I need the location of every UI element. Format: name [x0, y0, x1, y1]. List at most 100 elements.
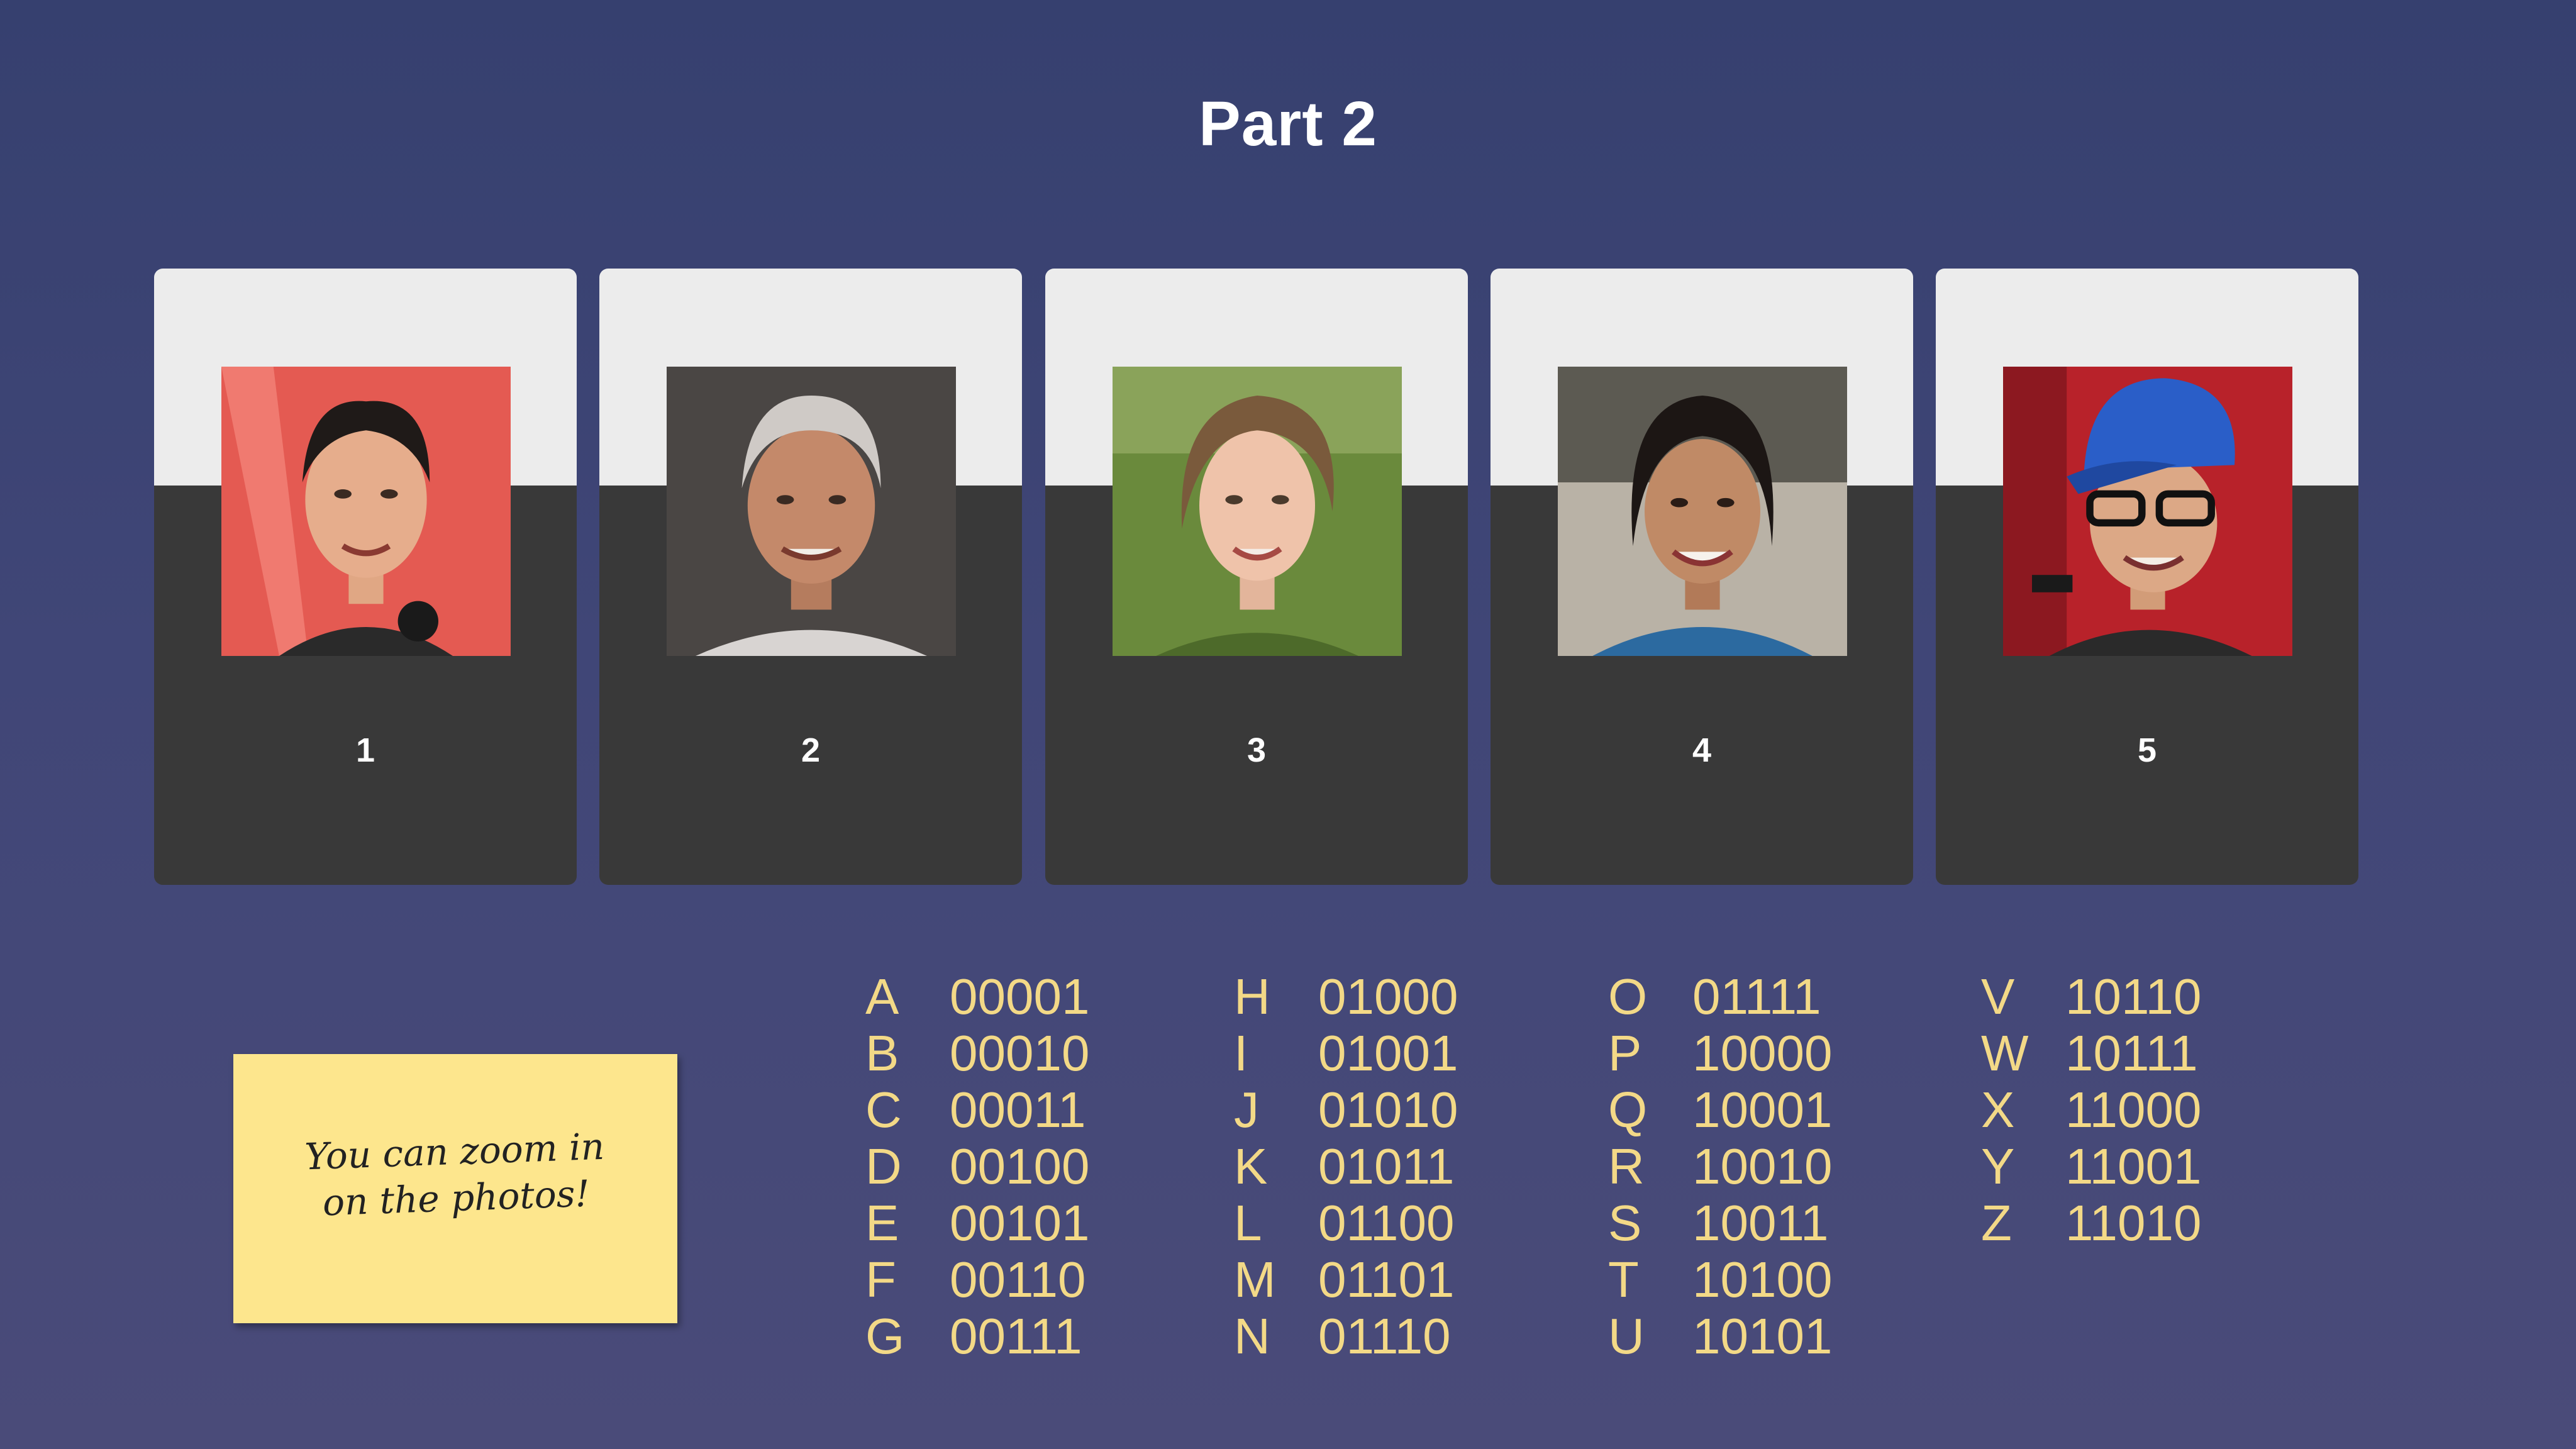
code-bits: 01100 [1318, 1195, 1455, 1251]
code-letter: C [865, 1082, 902, 1138]
code-letter: O [1608, 969, 1648, 1024]
code-letter: R [1608, 1138, 1645, 1194]
code-row: Q 10001 [1608, 1082, 1832, 1138]
code-column-1: A 00001 B 00010 C 00011 D 00100 E 00101 F 0011… [865, 969, 1089, 1365]
sticky-note-text: You can zoom in on the photos! [270, 1122, 641, 1228]
code-row: M 01101 [1234, 1252, 1458, 1308]
code-bits: 10000 [1692, 1025, 1833, 1081]
code-bits: 00100 [950, 1138, 1090, 1194]
code-bits: 11001 [2065, 1138, 2202, 1194]
code-row: N 01110 [1234, 1308, 1458, 1365]
code-bits: 10111 [2065, 1025, 2198, 1081]
code-row: C 00011 [865, 1082, 1089, 1138]
code-letter: Q [1608, 1082, 1648, 1138]
code-bits: 01001 [1318, 1025, 1458, 1081]
code-bits: 01011 [1318, 1138, 1455, 1194]
card-number-3: 3 [1246, 731, 1267, 769]
code-bits: 00001 [950, 969, 1090, 1024]
code-letter: S [1608, 1195, 1642, 1251]
code-bits: 10101 [1692, 1308, 1833, 1364]
code-bits: 01111 [1692, 969, 1821, 1024]
code-letter: V [1981, 969, 2015, 1024]
code-letter: X [1981, 1082, 2015, 1138]
code-row: V 10110 [1981, 969, 2202, 1025]
photo-card-3[interactable]: 3 [1045, 269, 1468, 885]
code-letter: Y [1981, 1138, 2015, 1194]
code-bits: 01110 [1318, 1308, 1451, 1364]
code-bits: 01000 [1318, 969, 1458, 1024]
code-letter: W [1981, 1025, 2029, 1081]
code-row: F 00110 [865, 1252, 1089, 1308]
code-row: X 11000 [1981, 1082, 2202, 1138]
code-row: B 00010 [865, 1025, 1089, 1082]
code-bits: 10011 [1692, 1195, 1829, 1251]
code-row: J 01010 [1234, 1082, 1458, 1138]
code-row: G 00111 [865, 1308, 1089, 1365]
code-column-2: H 01000 I 01001 J 01010 K 01011 L 01100 M 0110… [1234, 969, 1458, 1365]
code-letter: H [1234, 969, 1270, 1024]
code-row: R 10010 [1608, 1138, 1832, 1195]
code-bits: 00111 [950, 1308, 1082, 1364]
sticky-note: You can zoom in on the photos! [233, 1054, 677, 1323]
code-row: S 10011 [1608, 1195, 1832, 1252]
portrait-photo-5[interactable] [2003, 367, 2292, 656]
code-row: I 01001 [1234, 1025, 1458, 1082]
photo-card-4[interactable]: 4 [1491, 269, 1913, 885]
portrait-photo-3[interactable] [1113, 367, 1402, 656]
code-bits: 00110 [950, 1252, 1086, 1307]
code-letter: M [1234, 1252, 1276, 1307]
code-letter: I [1234, 1025, 1248, 1081]
code-row: L 01100 [1234, 1195, 1458, 1252]
photo-card-1[interactable]: 1 [154, 269, 577, 885]
portrait-photo-2[interactable] [667, 367, 956, 656]
page-title: Part 2 [1199, 89, 1377, 159]
code-row: W 10111 [1981, 1025, 2202, 1082]
code-row: H 01000 [1234, 969, 1458, 1025]
code-bits: 10010 [1692, 1138, 1833, 1194]
portrait-photo-4[interactable] [1558, 367, 1847, 656]
code-letter: U [1608, 1308, 1645, 1364]
code-row: D 00100 [865, 1138, 1089, 1195]
code-bits: 00011 [950, 1082, 1086, 1138]
code-letter: G [865, 1308, 905, 1364]
code-column-3: O 01111 P 10000 Q 10001 R 10010 S 10011 T 1010… [1608, 969, 1832, 1365]
photo-card-5[interactable]: 5 [1936, 269, 2358, 885]
code-letter: A [865, 969, 899, 1024]
code-row: O 01111 [1608, 969, 1832, 1025]
code-letter: N [1234, 1308, 1270, 1364]
code-row: A 00001 [865, 969, 1089, 1025]
card-number-5: 5 [2137, 731, 2157, 769]
card-number-2: 2 [801, 731, 821, 769]
code-letter: K [1234, 1138, 1268, 1194]
code-letter: D [865, 1138, 902, 1194]
code-letter: F [865, 1252, 896, 1307]
card-number-1: 1 [355, 731, 375, 769]
code-letter: P [1608, 1025, 1642, 1081]
code-bits: 11000 [2065, 1082, 2202, 1138]
code-bits: 10110 [2065, 969, 2202, 1024]
code-row: T 10100 [1608, 1252, 1832, 1308]
code-row: P 10000 [1608, 1025, 1832, 1082]
code-bits: 00101 [950, 1195, 1090, 1251]
code-letter: T [1608, 1252, 1639, 1307]
code-letter: B [865, 1025, 899, 1081]
card-number-4: 4 [1692, 731, 1712, 769]
code-letter: J [1234, 1082, 1259, 1138]
code-bits: 10100 [1692, 1252, 1833, 1307]
portrait-photo-1[interactable] [221, 367, 511, 656]
code-row: Y 11001 [1981, 1138, 2202, 1195]
code-row: Z 11010 [1981, 1195, 2202, 1252]
code-row: E 00101 [865, 1195, 1089, 1252]
code-bits: 00010 [950, 1025, 1090, 1081]
code-letter: L [1234, 1195, 1262, 1251]
photo-card-2[interactable]: 2 [599, 269, 1022, 885]
code-letter: Z [1981, 1195, 2012, 1251]
code-row: U 10101 [1608, 1308, 1832, 1365]
code-letter: E [865, 1195, 899, 1251]
code-bits: 01101 [1318, 1252, 1455, 1307]
code-column-4: V 10110 W 10111 X 11000 Y 11001 Z 11010 [1981, 969, 2202, 1252]
photo-cards: 1 2 3 4 5 [154, 269, 2358, 885]
code-bits: 10001 [1692, 1082, 1833, 1138]
code-bits: 01010 [1318, 1082, 1458, 1138]
code-row: K 01011 [1234, 1138, 1458, 1195]
